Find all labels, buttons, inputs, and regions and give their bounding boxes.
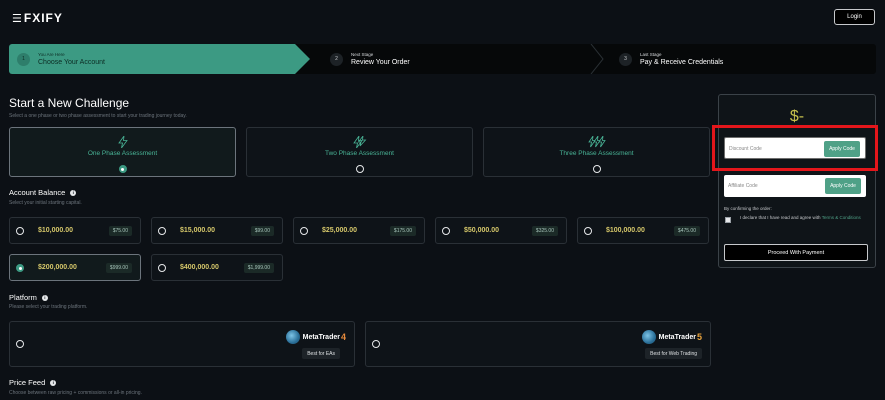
balance-price: $999.00 bbox=[105, 263, 132, 273]
platform-radio[interactable] bbox=[16, 340, 24, 348]
page-title: Start a New Challenge bbox=[9, 96, 130, 110]
info-icon[interactable]: i bbox=[50, 379, 57, 386]
step-number: 1 bbox=[17, 52, 30, 66]
section-title: Platform bbox=[9, 293, 37, 302]
step-caption: Last Stage bbox=[640, 52, 662, 57]
step-caption: You Are Here bbox=[38, 52, 65, 57]
metatrader-4-logo: MetaTrader 4 bbox=[285, 330, 346, 344]
metatrader-globe-icon bbox=[641, 330, 656, 344]
balance-amount: $100,000.00 bbox=[606, 227, 645, 234]
phase-card-one[interactable]: One Phase Assessment bbox=[9, 127, 236, 177]
step-pay-credentials: 3 Last Stage Pay & Receive Credentials bbox=[611, 44, 871, 74]
step-title: Review Your Order bbox=[351, 59, 410, 66]
apply-affiliate-button[interactable]: Apply Code bbox=[825, 178, 861, 194]
balance-option[interactable]: $15,000.00 $99.00 bbox=[151, 217, 283, 244]
platform-name: MetaTrader bbox=[302, 333, 340, 341]
balance-price: $325.00 bbox=[531, 226, 558, 236]
section-title: Price Feed bbox=[9, 378, 46, 387]
balance-amount: $400,000.00 bbox=[180, 264, 219, 271]
balance-option[interactable]: $100,000.00 $475.00 bbox=[577, 217, 709, 244]
highlight-box bbox=[712, 125, 878, 171]
balance-price: $1,999.00 bbox=[243, 263, 274, 273]
step-choose-account: 1 You Are Here Choose Your Account bbox=[9, 44, 310, 74]
info-icon[interactable]: i bbox=[70, 189, 77, 196]
account-balance-heading: Account Balance i bbox=[9, 188, 77, 197]
phase-label: Two Phase Assessment bbox=[324, 150, 394, 157]
metatrader-globe-icon bbox=[285, 330, 300, 344]
balance-price: $175.00 bbox=[389, 226, 416, 236]
balance-amount: $50,000.00 bbox=[464, 227, 500, 234]
balance-radio[interactable] bbox=[584, 227, 592, 235]
phase-card-three[interactable]: Three Phase Assessment bbox=[483, 127, 710, 177]
platform-subtitle: Please select your trading platform. bbox=[9, 304, 88, 310]
balance-subtitle: Select your initial starting capital. bbox=[9, 200, 82, 206]
metatrader-5-logo: MetaTrader 5 bbox=[641, 330, 702, 344]
phase-label: Three Phase Assessment bbox=[559, 150, 634, 157]
platform-name: MetaTrader bbox=[658, 333, 696, 341]
balance-option[interactable]: $50,000.00 $325.00 bbox=[435, 217, 567, 244]
phase-radio[interactable] bbox=[355, 165, 364, 173]
confirm-note: By confirming the order: bbox=[724, 206, 772, 211]
platform-option-mt5[interactable]: MetaTrader 5 Best for Web Trading bbox=[365, 321, 711, 367]
platform-option-mt4[interactable]: MetaTrader 4 Best for EAs bbox=[9, 321, 355, 367]
phase-radio[interactable] bbox=[118, 165, 127, 173]
balance-amount: $15,000.00 bbox=[180, 227, 216, 234]
balance-option[interactable]: $10,000.00 $75.00 bbox=[9, 217, 141, 244]
logo-mark-icon: ☰ bbox=[12, 12, 23, 25]
balance-radio[interactable] bbox=[158, 264, 166, 272]
balance-price: $475.00 bbox=[673, 226, 700, 236]
balance-amount: $25,000.00 bbox=[322, 227, 358, 234]
platform-badge: Best for EAs bbox=[302, 348, 340, 359]
balance-radio[interactable] bbox=[300, 227, 308, 235]
step-number: 3 bbox=[619, 52, 632, 66]
progress-stepper: 1 You Are Here Choose Your Account 2 Nex… bbox=[9, 44, 876, 74]
balance-radio[interactable] bbox=[158, 227, 166, 235]
balance-radio[interactable] bbox=[442, 227, 450, 235]
platform-badge: Best for Web Trading bbox=[645, 348, 702, 359]
balance-option[interactable]: $200,000.00 $999.00 bbox=[9, 254, 141, 281]
platform-version: 5 bbox=[696, 332, 702, 342]
step-review-order: 2 Next Stage Review Your Order bbox=[322, 44, 602, 74]
balance-radio[interactable] bbox=[16, 264, 24, 272]
info-icon[interactable]: i bbox=[41, 294, 48, 301]
section-title: Account Balance bbox=[9, 188, 66, 197]
terms-checkbox[interactable] bbox=[725, 217, 731, 223]
platform-radio[interactable] bbox=[372, 340, 380, 348]
price-feed-subtitle: Choose between raw pricing + commissions… bbox=[9, 390, 142, 396]
affiliate-code-box: Apply Code bbox=[724, 175, 866, 197]
logo-text: FXIFY bbox=[23, 11, 63, 25]
fxify-logo[interactable]: ☰ FXIFY bbox=[12, 11, 63, 25]
price-feed-heading: Price Feed i bbox=[9, 378, 57, 387]
login-button[interactable]: Login bbox=[834, 9, 875, 25]
phase-radio[interactable] bbox=[592, 165, 601, 173]
platform-heading: Platform i bbox=[9, 293, 48, 302]
total-price: $- bbox=[789, 108, 805, 125]
balance-radio[interactable] bbox=[16, 227, 24, 235]
terms-prefix: I declare that I have read and agree wit… bbox=[740, 215, 822, 220]
step-title: Choose Your Account bbox=[38, 59, 105, 66]
balance-option[interactable]: $400,000.00 $1,999.00 bbox=[151, 254, 283, 281]
balance-amount: $200,000.00 bbox=[38, 264, 77, 271]
step-number: 2 bbox=[330, 52, 343, 66]
balance-amount: $10,000.00 bbox=[38, 227, 74, 234]
affiliate-code-input[interactable] bbox=[728, 180, 820, 192]
phase-label: One Phase Assessment bbox=[87, 150, 158, 157]
balance-price: $99.00 bbox=[250, 226, 274, 236]
phase-card-two[interactable]: Two Phase Assessment bbox=[246, 127, 473, 177]
platform-version: 4 bbox=[340, 332, 346, 342]
terms-text: I declare that I have read and agree wit… bbox=[740, 214, 866, 221]
step-caption: Next Stage bbox=[351, 52, 374, 57]
balance-price: $75.00 bbox=[108, 226, 132, 236]
terms-link[interactable]: Terms & Conditions bbox=[822, 215, 861, 220]
step-separator-icon bbox=[589, 44, 605, 74]
balance-option[interactable]: $25,000.00 $175.00 bbox=[293, 217, 425, 244]
step-title: Pay & Receive Credentials bbox=[640, 59, 724, 66]
challenge-subtitle: Select a one phase or two phase assessme… bbox=[9, 113, 187, 119]
proceed-payment-button[interactable]: Proceed With Payment bbox=[724, 244, 868, 261]
